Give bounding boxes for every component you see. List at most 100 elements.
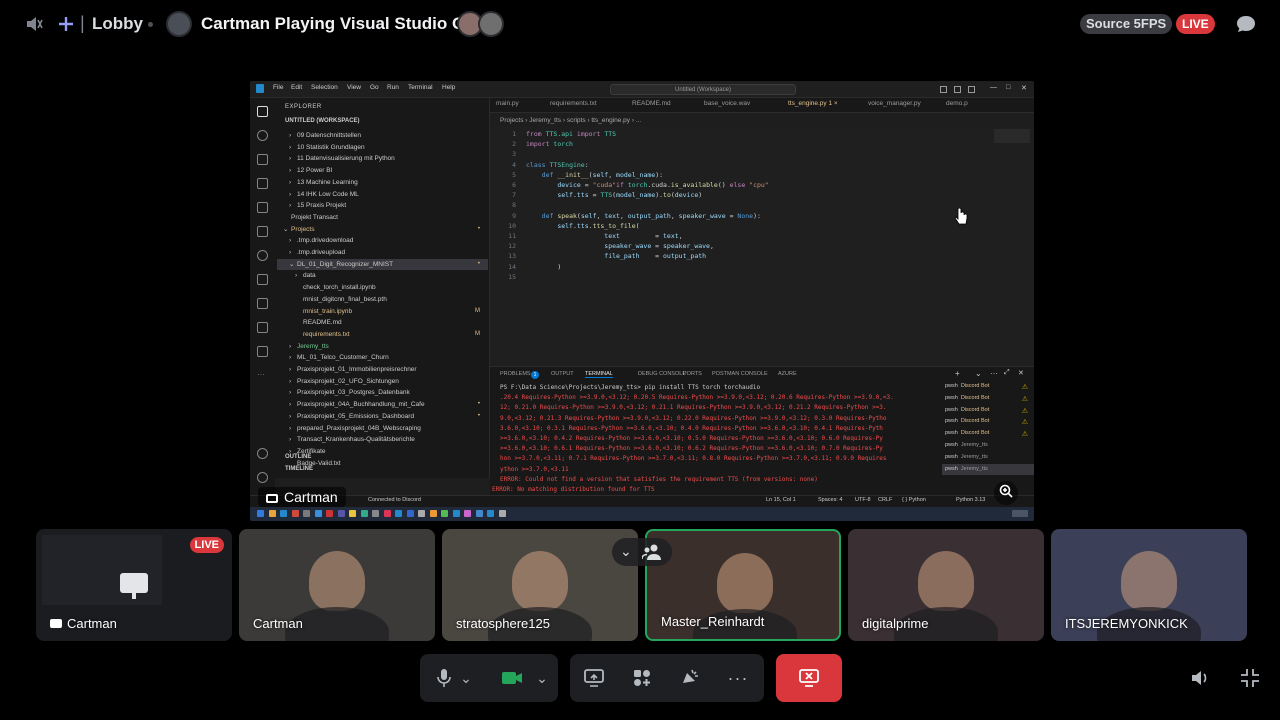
participant-tile[interactable]: Cartman [239,529,435,641]
participant-tile[interactable]: stratosphere125 [442,529,638,641]
tree-item[interactable]: README.md [277,317,488,328]
editor-tab[interactable]: demo.p [946,100,968,107]
tree-item[interactable]: › Praxisprojekt_03_Postgres_Datenbank [277,387,488,398]
layout-icon[interactable] [954,86,961,93]
menu-view[interactable]: View [347,84,361,91]
tree-item[interactable]: › Praxisprojekt_04A_Buchhandlung_mit_Cafe… [277,399,488,410]
camera-options-button[interactable]: ⌄ [530,654,554,702]
editor-tab[interactable]: requirements.txt [550,100,597,107]
menu-help[interactable]: Help [442,84,455,91]
chat-bubble-icon[interactable] [1234,12,1258,36]
source-control-icon[interactable] [257,154,268,165]
leave-stream-button[interactable] [776,654,842,702]
language-mode[interactable]: { } Python [902,497,926,503]
docker-icon[interactable] [257,274,268,285]
more-button[interactable]: ··· [718,654,758,702]
taskbar-app-icon[interactable] [395,510,402,517]
menu-run[interactable]: Run [387,84,399,91]
taskbar-app-icon[interactable] [349,510,356,517]
tree-item[interactable]: › Transact_Krankenhaus-Qualitätsberichte [277,434,488,445]
tree-item[interactable]: check_torch_install.ipynb [277,282,488,293]
editor-tab[interactable]: voice_manager.py [868,100,921,107]
activities-button[interactable] [622,654,662,702]
testing-icon[interactable] [257,226,268,237]
menu-selection[interactable]: Selection [311,84,338,91]
terminal-instance[interactable]: pwsh Jeremy_tts [942,452,1034,463]
layout-icon[interactable] [968,86,975,93]
terminal-instance[interactable]: pwsh Discord Bot ⚠ [942,416,1034,427]
zoom-icon[interactable] [994,481,1018,505]
tree-item[interactable]: mnist_train.ipynb M [277,306,488,317]
menu-go[interactable]: Go [370,84,379,91]
editor-tab[interactable]: README.md [632,100,671,107]
channel-name[interactable]: Lobby [92,14,143,34]
taskbar-app-icon[interactable] [257,510,264,517]
taskbar-app-icon[interactable] [268,510,276,517]
panel-tab[interactable]: PROBLEMS [500,371,531,377]
tree-item[interactable]: › 15 Praxis Projekt [277,200,488,211]
tree-item[interactable]: › Praxisprojekt_05_Emissions_Dashboard • [277,411,488,422]
participant-tile[interactable]: digitalprime [848,529,1044,641]
panel-tab[interactable]: DEBUG CONSOLE [638,371,686,377]
taskbar-app-icon[interactable] [406,510,414,517]
tree-item[interactable]: › data [277,270,488,281]
taskbar-app-icon[interactable] [383,510,391,517]
camera-button[interactable] [492,654,532,702]
tree-item[interactable]: ⌄ DL_01_Digit_Recognizer_MNIST • [277,258,488,270]
editor-tab[interactable]: tts_engine.py 1 × [788,100,838,107]
run-debug-icon[interactable] [257,178,268,189]
azure-icon[interactable] [257,346,268,357]
more-icon[interactable]: ··· [990,369,998,378]
command-center[interactable]: Untitled (Workspace) [610,84,796,95]
code-editor[interactable]: 1 from TTS.api import TTS 2 import torch 3 4 c… [490,127,1034,367]
more-icon[interactable]: ··· [257,370,268,381]
terminal-instance[interactable]: pwsh Discord Bot ⚠ [942,428,1034,439]
panel-tab[interactable]: POSTMAN CONSOLE [712,371,768,377]
new-terminal-icon[interactable]: + [955,369,960,378]
tree-item[interactable]: requirements.txt M [277,329,488,340]
panel-tab[interactable]: PORTS [683,371,702,377]
tree-item[interactable]: › prepared_Praxisprojekt_04B_Webscraping [277,423,488,434]
taskbar-app-icon[interactable] [280,510,287,517]
minimap[interactable] [994,129,1030,143]
encoding[interactable]: UTF-8 [855,497,871,503]
panel-tab[interactable]: AZURE [778,371,797,377]
discord-status[interactable]: Connected to Discord [368,497,421,503]
timeline-header[interactable]: TIMELINE [285,466,313,472]
screen-share-button[interactable] [574,654,614,702]
soundboard-button[interactable] [670,654,710,702]
panel-tab[interactable]: TERMINAL [585,371,613,378]
tree-item[interactable]: › 10 Statistik Grundlagen [277,142,488,153]
taskbar-app-icon[interactable] [429,510,437,517]
account-icon[interactable] [257,448,268,459]
terminal-instance[interactable]: pwsh Discord Bot ⚠ [942,381,1034,392]
taskbar-app-icon[interactable] [487,510,494,517]
settings-icon[interactable] [257,472,268,483]
taskbar-app-icon[interactable] [314,510,322,517]
tree-item[interactable]: › ML_01_Telco_Customer_Churn [277,352,488,363]
volume-icon[interactable] [1188,666,1212,690]
avatar[interactable] [166,11,192,37]
taskbar-app-icon[interactable] [303,510,310,517]
maximize-icon[interactable]: □ [1006,84,1010,91]
tree-item[interactable]: Projekt Transact [277,212,488,223]
menu-edit[interactable]: Edit [291,84,302,91]
terminal-instance[interactable]: pwsh Discord Bot ⚠ [942,405,1034,416]
tree-item[interactable]: › 13 Machine Learning [277,177,488,188]
extensions-icon[interactable] [257,202,268,213]
taskbar-app-icon[interactable] [452,510,460,517]
python-interpreter[interactable]: Python 3.13 [956,497,985,503]
menu-terminal[interactable]: Terminal [408,84,433,91]
editor-tab[interactable]: base_voice.wav [704,100,750,107]
search-icon[interactable] [257,130,268,141]
taskbar-app-icon[interactable] [464,510,471,517]
panel-tab[interactable]: OUTPUT [551,371,574,377]
cursor-position[interactable]: Ln 15, Col 1 [766,497,796,503]
python-icon[interactable] [257,322,268,333]
postman-icon[interactable] [257,298,268,309]
tree-item[interactable]: mnist_digitcnn_final_best.pth [277,294,488,305]
taskbar-app-icon[interactable] [441,510,448,517]
tree-item[interactable]: › .tmp.driveupload [277,247,488,258]
avatar[interactable] [478,11,504,37]
close-panel-icon[interactable]: ✕ [1018,369,1024,377]
